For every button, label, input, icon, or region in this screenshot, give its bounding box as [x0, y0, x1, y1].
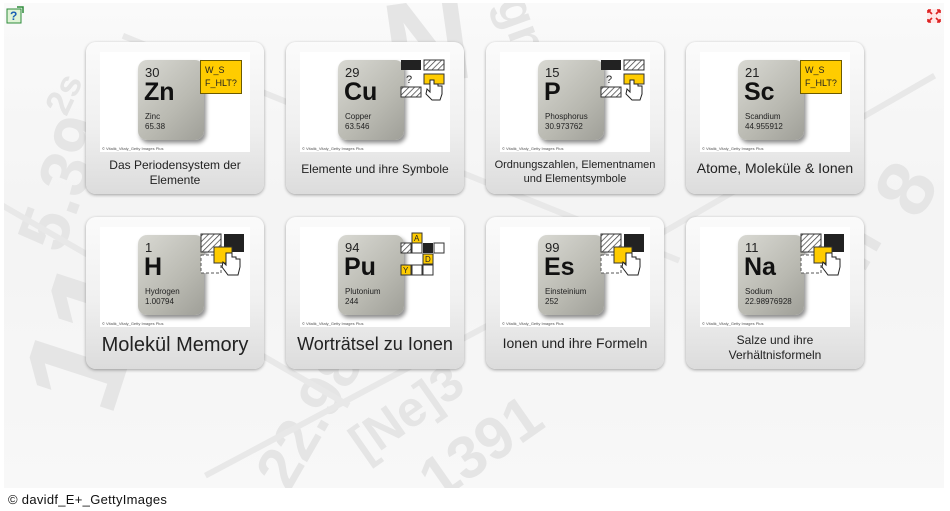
element-mass: 252: [545, 297, 559, 306]
image-credit: © Vitalik_Vitaly_Getty Images Plus: [302, 146, 364, 151]
element-name: Sodium: [745, 287, 773, 296]
element-card: 15 P Phosphorus 30.973762: [538, 60, 604, 140]
element-name: Hydrogen: [145, 287, 180, 296]
element-card: 30 Zn Zinc 65.38: [138, 60, 204, 140]
badge-line: W_S: [805, 65, 825, 75]
tile-thumbnail: 99 Es Einsteinium 252 © Vitalik_Vitaly_G…: [500, 227, 650, 327]
tile-label: Ordnungszahlen, Elementnamen und Element…: [494, 159, 656, 185]
tile-elemente-symbole[interactable]: 29 Cu Copper 63.546 ? © Vitalik_Vitaly_G…: [286, 42, 464, 194]
element-card: 1 H Hydrogen 1.00794: [138, 235, 204, 315]
app-stage: N 5.39 11 22.98 [Ne]3 1391 gnes um 2s 8 …: [0, 0, 950, 511]
tile-label: Worträtsel zu Ionen: [297, 334, 453, 354]
tile-ordnungszahlen[interactable]: 15 P Phosphorus 30.973762 ? © Vitalik_Vi…: [486, 42, 664, 194]
image-credit: © Vitalik_Vitaly_Getty Images Plus: [502, 321, 564, 326]
badge-line: F_HLT?: [205, 78, 237, 88]
tile-molekuel-memory[interactable]: 1 H Hydrogen 1.00794 © Vitalik_Vitaly_Ge…: [86, 217, 264, 369]
image-credit: © Vitalik_Vitaly_Getty Images Plus: [502, 146, 564, 151]
tile-wortraetsel[interactable]: 94 Pu Plutonium 244 A D Y © Vitalik_Vita…: [286, 217, 464, 369]
tile-label: Elemente und ihre Symbole: [301, 162, 449, 176]
badge-line: F_HLT?: [805, 78, 837, 88]
image-credit: © Vitalik_Vitaly_Getty Images Plus: [102, 146, 164, 151]
image-credit: © Vitalik_Vitaly_Getty Images Plus: [302, 321, 364, 326]
help-icon[interactable]: ?: [6, 6, 24, 24]
crossword-letter: D: [425, 255, 431, 264]
tile-ionen-formeln[interactable]: 99 Es Einsteinium 252 © Vitalik_Vitaly_G…: [486, 217, 664, 369]
tile-thumbnail: 1 H Hydrogen 1.00794 © Vitalik_Vitaly_Ge…: [100, 227, 250, 327]
element-card: 99 Es Einsteinium 252: [538, 235, 604, 315]
tile-label: Salze und ihre Verhältnisformeln: [728, 333, 822, 362]
tile-label: Molekül Memory: [101, 334, 249, 356]
element-name: Plutonium: [345, 287, 381, 296]
element-mass: 1.00794: [145, 297, 174, 306]
element-name: Copper: [345, 112, 372, 121]
element-symbol: Cu: [344, 78, 378, 106]
element-card: 29 Cu Copper 63.546: [338, 60, 404, 140]
element-card: 11 Na Sodium 22.98976928: [738, 235, 804, 315]
tile-label: Atome, Moleküle & Ionen: [696, 160, 854, 176]
hint-badge-icon: W_S F_HLT?: [200, 60, 242, 94]
tile-thumbnail: 94 Pu Plutonium 244 A D Y © Vitalik_Vita…: [300, 227, 450, 327]
tile-thumbnail: 21 Sc Scandium 44.955912 W_S F_HLT? © Vi…: [700, 52, 850, 152]
element-mass: 44.955912: [745, 122, 783, 131]
element-symbol: H: [144, 253, 163, 281]
element-name: Phosphorus: [545, 112, 588, 121]
element-symbol: Zn: [144, 78, 175, 106]
crossword-letter: Y: [403, 266, 409, 275]
assign-drag-icon: ?: [600, 59, 645, 101]
badge-line: W_S: [205, 65, 225, 75]
image-credit: © Vitalik_Vitaly_Getty Images Plus: [702, 321, 764, 326]
tile-thumbnail: 29 Cu Copper 63.546 ? © Vitalik_Vitaly_G…: [300, 52, 450, 152]
element-symbol: Pu: [344, 253, 376, 281]
element-symbol: Es: [544, 253, 575, 281]
image-credit: © Vitalik_Vitaly_Getty Images Plus: [702, 146, 764, 151]
memory-cards-icon: [200, 233, 244, 276]
crossword-icon: A D Y: [400, 232, 445, 276]
fullscreen-icon[interactable]: [927, 9, 941, 23]
element-mass: 244: [345, 297, 359, 306]
memory-cards-icon: [600, 233, 644, 276]
copyright-text: © davidf_E+_GettyImages: [8, 492, 168, 507]
element-symbol: P: [544, 78, 561, 106]
tile-label: Das Periodensystem der Elemente: [109, 158, 241, 187]
element-name: Einsteinium: [545, 287, 587, 296]
tile-thumbnail: 11 Na Sodium 22.98976928 © Vitalik_Vital…: [700, 227, 850, 327]
element-card: 94 Pu Plutonium 244: [338, 235, 404, 315]
element-card: 21 Sc Scandium 44.955912: [738, 60, 804, 140]
tile-atome-molekuele[interactable]: 21 Sc Scandium 44.955912 W_S F_HLT? © Vi…: [686, 42, 864, 194]
tile-label: Ionen und ihre Formeln: [502, 335, 648, 351]
crossword-letter: A: [414, 234, 420, 243]
element-mass: 22.98976928: [745, 297, 792, 306]
element-name: Scandium: [745, 112, 781, 121]
memory-cards-icon: [800, 233, 844, 276]
element-mass: 63.546: [345, 122, 370, 131]
element-symbol: Na: [744, 253, 776, 281]
tile-thumbnail: 15 P Phosphorus 30.973762 ? © Vitalik_Vi…: [500, 52, 650, 152]
svg-text:?: ?: [606, 74, 612, 86]
tile-salze[interactable]: 11 Na Sodium 22.98976928 © Vitalik_Vital…: [686, 217, 864, 369]
element-name: Zinc: [145, 112, 161, 121]
image-credit: © Vitalik_Vitaly_Getty Images Plus: [102, 321, 164, 326]
svg-text:?: ?: [406, 74, 412, 86]
hint-badge-icon: W_S F_HLT?: [800, 60, 842, 94]
element-symbol: Sc: [744, 78, 775, 106]
element-mass: 65.38: [145, 122, 166, 131]
svg-text:?: ?: [10, 9, 17, 23]
tile-periodensystem[interactable]: 30 Zn Zinc 65.38 W_S F_HLT? © Vitalik_Vi…: [86, 42, 264, 194]
tile-thumbnail: 30 Zn Zinc 65.38 W_S F_HLT? © Vitalik_Vi…: [100, 52, 250, 152]
element-mass: 30.973762: [545, 122, 583, 131]
assign-drag-icon: ?: [400, 59, 445, 101]
